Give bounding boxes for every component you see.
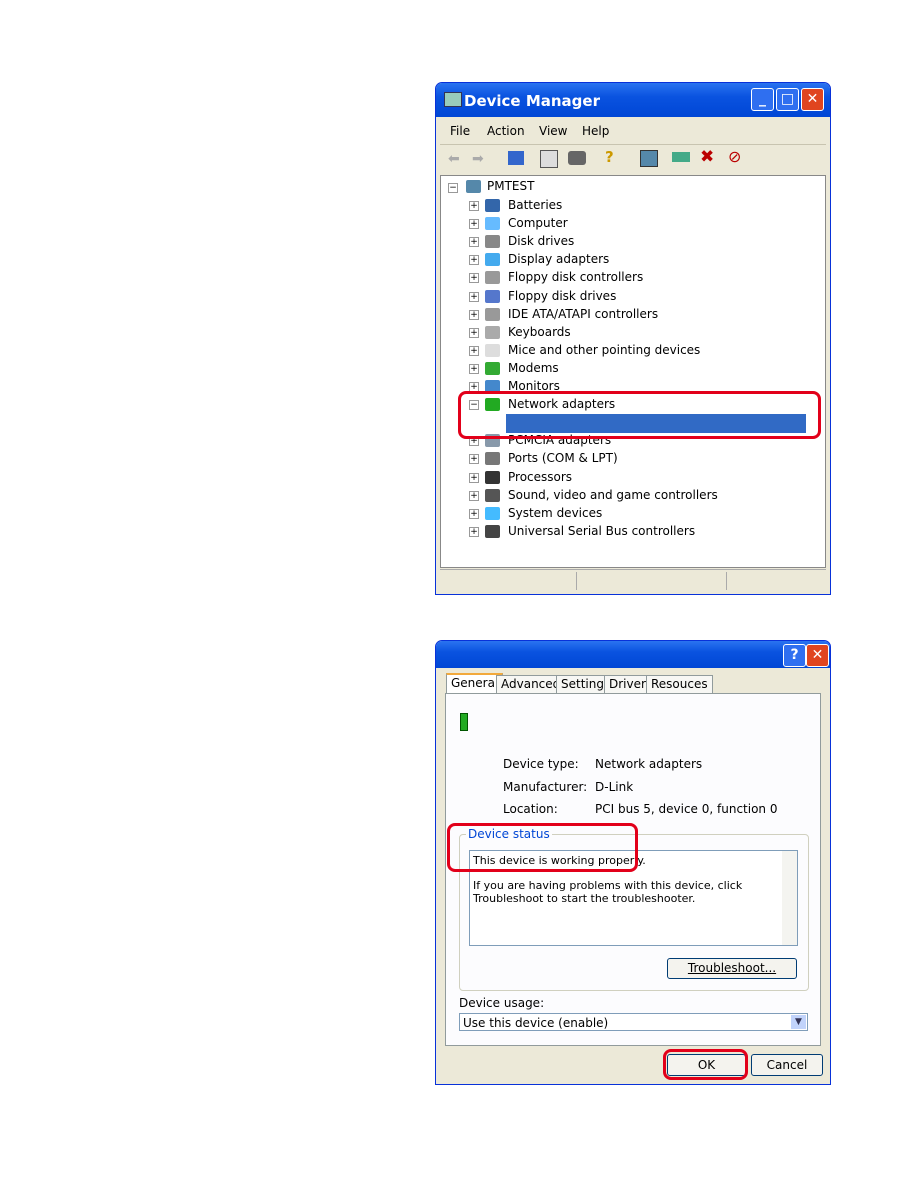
device-category-icon	[485, 235, 500, 249]
device-category-icon	[485, 361, 500, 375]
menu-file[interactable]: File	[450, 124, 470, 138]
device-category-icon	[485, 470, 500, 484]
annotation-device-status	[447, 823, 638, 872]
tree-item[interactable]: Modems	[508, 361, 559, 375]
expand-toggle[interactable]: +	[469, 472, 479, 483]
tree-item[interactable]: Floppy disk controllers	[508, 270, 643, 284]
annotation-highlight	[458, 391, 821, 439]
device-category-icon	[485, 343, 500, 357]
expand-toggle[interactable]: +	[469, 219, 479, 230]
collapse-toggle[interactable]: −	[448, 183, 458, 193]
troubleshoot-hint: If you are having problems with this dev…	[473, 879, 743, 905]
expand-toggle[interactable]: +	[469, 309, 479, 320]
print-icon[interactable]	[568, 151, 586, 165]
device-category-icon	[485, 488, 500, 502]
tree-item[interactable]: Disk drives	[508, 234, 574, 248]
tree-item[interactable]: Ports (COM & LPT)	[508, 451, 618, 465]
expand-toggle[interactable]: +	[469, 273, 479, 284]
tree-item[interactable]: Processors	[508, 470, 572, 484]
expand-toggle[interactable]: +	[469, 526, 479, 537]
computer-icon	[444, 92, 462, 107]
show-hide-tree-icon[interactable]	[508, 151, 524, 165]
tree-item[interactable]: Sound, video and game controllers	[508, 488, 718, 502]
expand-toggle[interactable]: +	[469, 291, 479, 302]
expand-toggle[interactable]: +	[469, 363, 479, 374]
tree-item[interactable]: Floppy disk drives	[508, 289, 616, 303]
device-category-icon	[485, 452, 500, 466]
help-icon[interactable]: ?	[605, 148, 614, 166]
menu-action[interactable]: Action	[487, 124, 525, 138]
expand-toggle[interactable]: +	[469, 490, 479, 501]
device-type-value: Network adapters	[595, 757, 703, 771]
scrollbar[interactable]	[782, 851, 797, 945]
device-usage-label: Device usage:	[459, 996, 545, 1010]
disable-icon[interactable]: ⊘	[728, 147, 741, 166]
back-icon[interactable]: ⬅	[448, 151, 460, 167]
device-category-icon	[485, 325, 500, 339]
annotation-ok	[663, 1049, 748, 1080]
expand-toggle[interactable]: +	[469, 454, 479, 465]
update-driver-icon[interactable]	[672, 152, 690, 162]
expand-toggle[interactable]: +	[469, 237, 479, 248]
tree-item[interactable]: Keyboards	[508, 325, 571, 339]
menu-view[interactable]: View	[539, 124, 567, 138]
close-button[interactable]: ✕	[801, 88, 824, 111]
tree-item[interactable]: System devices	[508, 506, 602, 520]
tree-item[interactable]: Universal Serial Bus controllers	[508, 524, 695, 538]
device-category-icon	[485, 199, 500, 212]
tab-driver[interactable]: Driver	[604, 675, 651, 693]
device-tree: − PMTEST + Batteries + Computer + Disk drives + D…	[440, 175, 826, 568]
device-usage-select[interactable]: Use this device (enable) ▼	[459, 1013, 808, 1031]
chevron-down-icon[interactable]: ▼	[791, 1015, 806, 1029]
tree-item[interactable]: Mice and other pointing devices	[508, 343, 700, 357]
tab-resources[interactable]: Resouces	[646, 675, 713, 693]
toolbar: ⬅ ➡ ? ✖ ⊘	[440, 144, 826, 173]
window-title: Device Manager	[464, 92, 600, 110]
close-button[interactable]: ✕	[806, 644, 829, 667]
title-bar: Device Manager _ □ ✕	[436, 83, 830, 117]
title-bar: ? ✕	[436, 641, 830, 668]
computer-icon	[466, 180, 481, 193]
cancel-button[interactable]: Cancel	[751, 1054, 823, 1076]
device-category-icon	[485, 253, 500, 267]
forward-icon[interactable]: ➡	[472, 151, 484, 167]
troubleshoot-button[interactable]: Troubleshoot...	[667, 958, 797, 979]
maximize-button[interactable]: □	[776, 88, 799, 111]
page: Device Manager _ □ ✕ File Action View He…	[0, 0, 918, 1188]
tab-general[interactable]: General	[446, 673, 504, 695]
menu-help[interactable]: Help	[582, 124, 609, 138]
tree-item[interactable]: Batteries	[508, 198, 562, 212]
expand-toggle[interactable]: +	[469, 327, 479, 338]
minimize-button[interactable]: _	[751, 88, 774, 111]
uninstall-icon[interactable]: ✖	[700, 147, 714, 167]
help-button[interactable]: ?	[783, 644, 806, 667]
expand-toggle[interactable]: +	[469, 201, 479, 211]
device-manager-window: Device Manager _ □ ✕ File Action View He…	[435, 82, 831, 595]
location-label: Location:	[503, 802, 558, 816]
scan-hardware-icon[interactable]	[640, 150, 658, 167]
tree-item[interactable]: IDE ATA/ATAPI controllers	[508, 307, 658, 321]
expand-toggle[interactable]: +	[469, 508, 479, 519]
network-adapter-icon	[460, 713, 468, 731]
device-category-icon	[485, 217, 500, 231]
properties-icon[interactable]	[540, 150, 558, 168]
expand-toggle[interactable]: +	[469, 345, 479, 356]
device-type-label: Device type:	[503, 757, 579, 771]
tree-item[interactable]: Computer	[508, 216, 568, 230]
manufacturer-label: Manufacturer:	[503, 780, 588, 794]
status-bar	[440, 569, 826, 592]
tab-advanced[interactable]: Advanced	[496, 675, 566, 693]
device-usage-value: Use this device (enable)	[463, 1016, 609, 1030]
device-category-icon	[485, 307, 500, 321]
tree-item[interactable]: Display adapters	[508, 252, 609, 266]
device-category-icon	[485, 289, 500, 303]
device-category-icon	[485, 506, 500, 520]
device-category-icon	[485, 524, 500, 538]
manufacturer-value: D-Link	[595, 780, 634, 794]
expand-toggle[interactable]: +	[469, 255, 479, 266]
location-value: PCI bus 5, device 0, function 0	[595, 802, 778, 816]
tree-root[interactable]: PMTEST	[487, 179, 534, 193]
device-category-icon	[485, 271, 500, 285]
